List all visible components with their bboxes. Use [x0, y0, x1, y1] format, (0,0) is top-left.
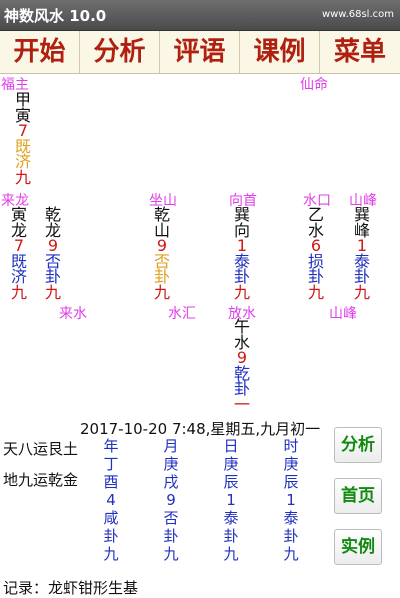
app-title: 神数风水 10.0	[4, 7, 107, 25]
pillar-day-label: 日	[223, 437, 239, 455]
label-xianming: 仙命	[300, 77, 328, 93]
pillar-hour-stem: 庚	[283, 455, 299, 473]
pillar-year-gua-1: 咸	[103, 509, 119, 527]
label-shanfeng-bottom: 山峰	[329, 306, 357, 322]
pillar-month-gua-2: 卦	[163, 527, 179, 545]
pillar-hour-branch: 辰	[283, 473, 299, 491]
di-yun-text: 地九运乾金	[3, 471, 79, 489]
pillar-day-gua-1: 泰	[223, 509, 239, 527]
fangshui-column: 午 水 9 乾 卦 一	[232, 319, 252, 412]
watermark: www.68sl.com	[321, 9, 394, 20]
shuikou-yun: 九	[307, 282, 324, 302]
fuzhu-yun: 九	[14, 167, 31, 187]
home-button[interactable]: 首页	[334, 478, 382, 514]
menu-start-button[interactable]: 开始	[0, 31, 80, 73]
pillar-day: 日 庚 辰 1 泰 卦 九	[221, 437, 241, 563]
pillar-year-gua-2: 卦	[103, 527, 119, 545]
menu-bar: 开始 分析 评语 课例 菜单	[0, 31, 400, 74]
xiangshou-yun: 九	[233, 282, 250, 302]
pillar-month-stem: 庚	[163, 455, 179, 473]
pillar-hour-number: 1	[286, 491, 296, 509]
analyze-button[interactable]: 分析	[334, 427, 382, 463]
shanfeng-column: 巽 峰 1 泰 卦 九	[352, 207, 372, 300]
pillar-day-stem: 庚	[223, 455, 239, 473]
pillar-hour-gua-1: 泰	[283, 509, 299, 527]
pillar-month-number: 9	[166, 491, 176, 509]
pillar-year-yun: 九	[103, 545, 119, 563]
qianlong-yun: 九	[44, 282, 61, 302]
menu-comment-button[interactable]: 评语	[160, 31, 240, 73]
pillar-month-yun: 九	[163, 545, 179, 563]
pillar-hour-gua-2: 卦	[283, 527, 299, 545]
label-shuihui: 水汇	[168, 306, 196, 322]
pillar-day-branch: 辰	[223, 473, 239, 491]
title-bar: 神数风水 10.0 www.68sl.com	[0, 0, 400, 31]
lailong-yun: 九	[10, 282, 27, 302]
pillar-year-stem: 丁	[103, 455, 119, 473]
label-laishui: 来水	[59, 306, 87, 322]
pillar-year-number: 4	[106, 491, 116, 509]
pillar-month: 月 庚 戌 9 否 卦 九	[161, 437, 181, 563]
pillar-day-yun: 九	[223, 545, 239, 563]
lailong-column: 寅 龙 7 既 济 九	[9, 207, 29, 300]
qianlong-column: 乾 龙 9 否 卦 九	[43, 207, 63, 300]
xiangshou-column: 巽 向 1 泰 卦 九	[232, 207, 252, 300]
pillar-hour-label: 时	[283, 437, 299, 455]
tian-yun-text: 天八运艮土	[3, 440, 79, 458]
datetime-text: 2017-10-20 7:48,星期五,九月初一	[80, 420, 321, 438]
pillar-year-label: 年	[103, 437, 119, 455]
pillar-hour: 时 庚 辰 1 泰 卦 九	[281, 437, 301, 563]
pillar-hour-yun: 九	[283, 545, 299, 563]
pillar-year: 年 丁 酉 4 咸 卦 九	[101, 437, 121, 563]
record-text: 记录：龙虾钳形生基	[3, 579, 139, 597]
pillar-year-branch: 酉	[103, 473, 119, 491]
menu-main-button[interactable]: 菜单	[320, 31, 400, 73]
shuikou-column: 乙 水 6 损 卦 九	[306, 207, 326, 300]
menu-lesson-button[interactable]: 课例	[240, 31, 320, 73]
menu-analyze-button[interactable]: 分析	[80, 31, 160, 73]
pillar-month-label: 月	[163, 437, 179, 455]
shanfeng-yun: 九	[353, 282, 370, 302]
pillar-month-gua-1: 否	[163, 509, 179, 527]
pillar-month-branch: 戌	[163, 473, 179, 491]
fangshui-yun: 一	[233, 394, 250, 414]
zuoshan-column: 乾 山 9 否 卦 九	[152, 207, 172, 300]
zuoshan-yun: 九	[153, 282, 170, 302]
pillar-day-gua-2: 卦	[223, 527, 239, 545]
fuzhu-column: 甲 寅 7 既 济 九	[13, 92, 33, 185]
example-button[interactable]: 实例	[334, 529, 382, 565]
pillar-day-number: 1	[226, 491, 236, 509]
